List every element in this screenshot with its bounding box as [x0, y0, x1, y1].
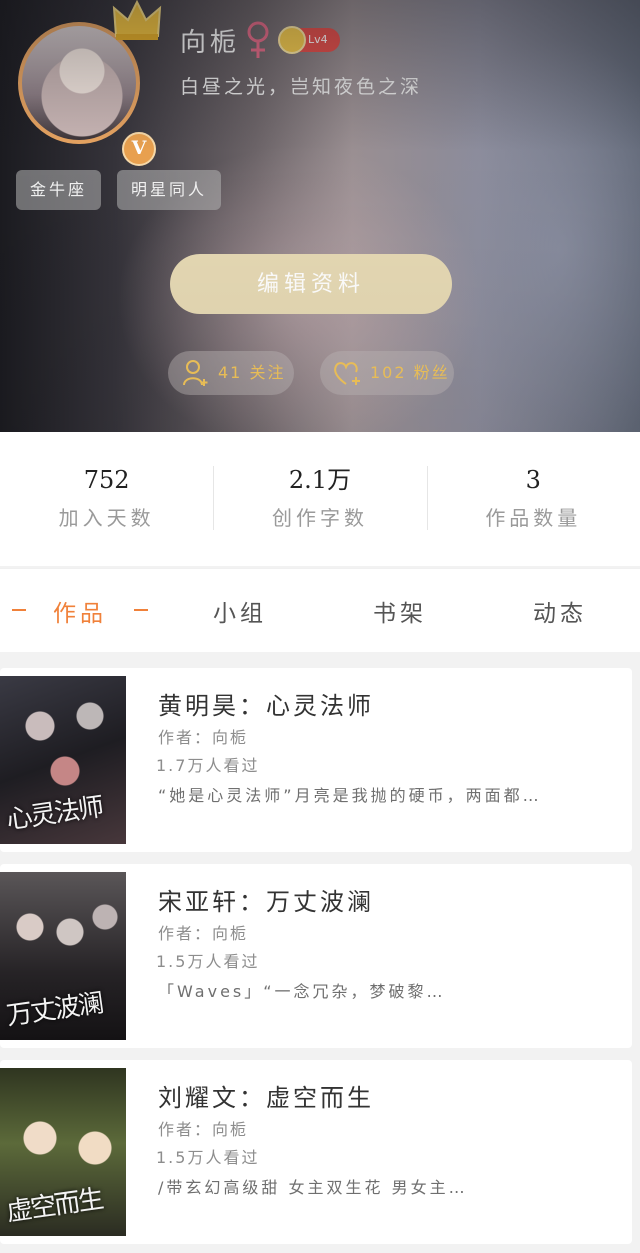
tab-works[interactable]: 作品: [0, 594, 160, 628]
stat-value: 752: [83, 466, 130, 494]
crown-icon: [112, 0, 162, 40]
verified-badge: V: [122, 132, 156, 166]
heart-add-icon: [334, 362, 360, 385]
username: 向栀: [180, 28, 241, 58]
stat-label: 加入天数: [58, 506, 155, 530]
work-author: 作者：向栀: [158, 728, 249, 747]
level-crown-icon: [278, 26, 306, 54]
cover-title: 心灵法师: [4, 792, 104, 836]
profile-bio: 白昼之光，岂知夜色之深: [180, 76, 423, 98]
work-card[interactable]: 虚空而生 刘耀文：虚空而生 作者：向栀 1.5万人看过 /带玄幻高级甜 女主双生…: [0, 1060, 632, 1244]
work-views: 1.7万人看过: [156, 756, 260, 775]
female-icon: [247, 21, 269, 58]
work-card[interactable]: 心灵法师 黄明昊：心灵法师 作者：向栀 1.7万人看过 “她是心灵法师”月亮是我…: [0, 668, 632, 852]
stat-days: 752 加入天数: [0, 464, 213, 534]
works-list: 心灵法师 黄明昊：心灵法师 作者：向栀 1.7万人看过 “她是心灵法师”月亮是我…: [0, 668, 640, 1253]
stat-works: 3 作品数量: [426, 464, 640, 534]
following-button[interactable]: 41 关注: [168, 351, 294, 395]
work-views: 1.5万人看过: [156, 1148, 260, 1167]
work-cover[interactable]: 心灵法师: [0, 676, 126, 844]
edit-profile-button[interactable]: 编辑资料: [170, 254, 452, 314]
fans-count: 102 粉丝: [370, 363, 450, 382]
profile-header: V 向栀 Lv4 白昼之光，岂知夜色之深 金牛座 明星同人 编辑资料 41 关注…: [0, 0, 640, 432]
work-description: 「Waves」“一念冗杂，梦破黎…: [158, 982, 446, 1001]
profile-tags: 金牛座 明星同人: [16, 170, 222, 210]
stat-value: 2.1万: [288, 466, 352, 494]
work-cover[interactable]: 万丈波澜: [0, 872, 126, 1040]
tab-groups[interactable]: 小组: [160, 594, 320, 628]
tag-category[interactable]: 明星同人: [117, 170, 222, 210]
work-card[interactable]: 万丈波澜 宋亚轩：万丈波澜 作者：向栀 1.5万人看过 「Waves」“一念冗杂…: [0, 864, 632, 1048]
fans-button[interactable]: 102 粉丝: [320, 351, 454, 395]
tag-zodiac[interactable]: 金牛座: [16, 170, 102, 210]
stats-bar: 752 加入天数 2.1万 创作字数 3 作品数量: [0, 432, 640, 566]
work-cover[interactable]: 虚空而生: [0, 1068, 126, 1236]
tab-bookshelf[interactable]: 书架: [320, 594, 480, 628]
work-description: “她是心灵法师”月亮是我抛的硬币，两面都…: [158, 786, 542, 805]
work-title: 宋亚轩：万丈波澜: [158, 888, 374, 916]
work-author: 作者：向栀: [158, 1120, 249, 1139]
work-title: 刘耀文：虚空而生: [158, 1084, 374, 1112]
cover-title: 万丈波澜: [4, 988, 104, 1032]
cover-title: 虚空而生: [4, 1184, 104, 1228]
work-views: 1.5万人看过: [156, 952, 260, 971]
work-author: 作者：向栀: [158, 924, 249, 943]
stat-value: 3: [525, 466, 541, 494]
work-description: /带玄幻高级甜 女主双生花 男女主…: [158, 1178, 468, 1197]
stat-label: 创作字数: [271, 506, 368, 530]
tab-activity[interactable]: 动态: [480, 594, 640, 628]
stat-label: 作品数量: [485, 506, 582, 530]
profile-tabs: 作品 小组 书架 动态: [0, 568, 640, 652]
work-title: 黄明昊：心灵法师: [158, 692, 374, 720]
user-add-icon: [183, 360, 208, 386]
stat-words: 2.1万 创作字数: [213, 464, 426, 534]
following-count: 41 关注: [218, 363, 286, 382]
